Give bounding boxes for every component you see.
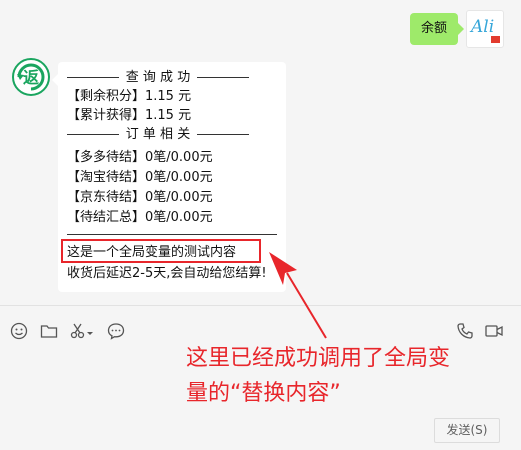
self-avatar-logo-text: Ali	[471, 17, 495, 37]
pending-total-line: 【待结汇总】0笔/0.00元	[67, 210, 213, 225]
chat-area: 余额 Ali 返 查 询 成 功 【剩余积分】1.15 元 【累计获得】1.15…	[0, 0, 521, 305]
send-button[interactable]: 发送(S)	[434, 418, 500, 443]
scissors-icon[interactable]	[68, 321, 88, 341]
taobao-pending-line: 【淘宝待结】0笔/0.00元	[67, 170, 213, 185]
jd-pending-line: 【京东待结】0笔/0.00元	[67, 190, 213, 205]
chat-bubble-icon[interactable]	[106, 321, 126, 341]
annotation-line-2: 量的“替换内容”	[186, 381, 341, 406]
query-success-header: 查 询 成 功	[67, 69, 249, 86]
flag-icon	[491, 36, 500, 43]
highlight-box	[61, 239, 261, 263]
remaining-points-line: 【剩余积分】1.15 元	[67, 89, 192, 104]
bot-avatar[interactable]: 返	[12, 58, 50, 96]
divider-rule	[67, 234, 277, 235]
outgoing-message-text: 余额	[420, 21, 447, 36]
duoduo-pending-line: 【多多待结】0笔/0.00元	[67, 150, 213, 165]
svg-text:返: 返	[23, 68, 39, 87]
folder-icon[interactable]	[39, 321, 59, 341]
emoji-icon[interactable]	[9, 321, 29, 341]
order-header: 订 单 相 关	[67, 126, 249, 143]
annotation-text: 这里已经成功调用了全局变 量的“替换内容”	[186, 341, 516, 411]
settlement-note-line: 收货后延迟2-5天,会自动给您结算!	[67, 266, 267, 281]
annotation-line-1: 这里已经成功调用了全局变	[186, 346, 451, 371]
self-avatar[interactable]: Ali	[466, 10, 504, 48]
phone-icon[interactable]	[455, 321, 475, 341]
chevron-down-icon[interactable]	[86, 321, 94, 341]
video-call-icon[interactable]	[484, 321, 504, 341]
outgoing-message[interactable]: 余额	[410, 13, 464, 45]
total-earned-line: 【累计获得】1.15 元	[67, 108, 192, 123]
